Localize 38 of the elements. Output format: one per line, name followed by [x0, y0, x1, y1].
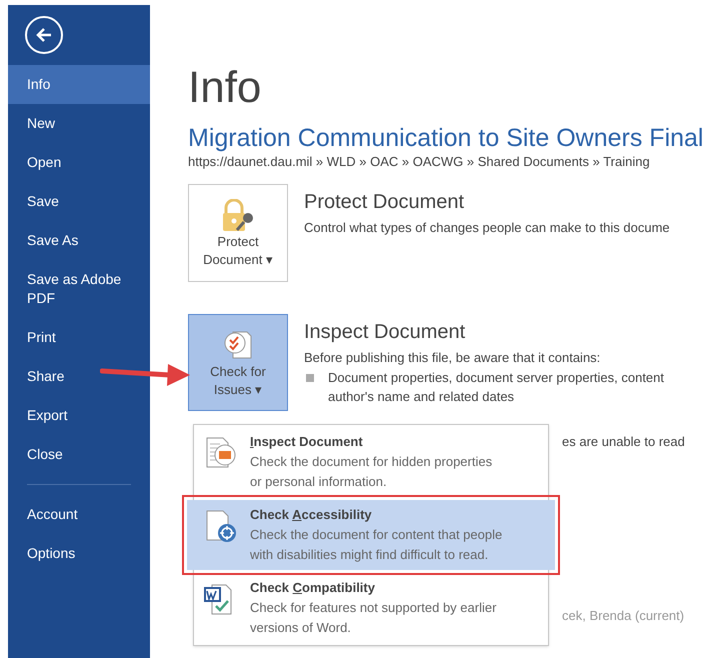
- section-description: Control what types of changes people can make to this docume: [304, 219, 670, 237]
- sidebar-item[interactable]: Account: [8, 495, 150, 534]
- document-title: Migration Communication to Site Owners Final: [188, 123, 704, 153]
- bullet-text: Document properties, document server properties, content author's name and related dates: [328, 369, 664, 406]
- sidebar-item[interactable]: Close: [8, 435, 150, 474]
- sidebar-item[interactable]: Options: [8, 534, 150, 573]
- sidebar-item[interactable]: Save: [8, 182, 150, 221]
- sidebar-item[interactable]: New: [8, 104, 150, 143]
- sidebar-item[interactable]: Save As: [8, 221, 150, 260]
- back-button[interactable]: [25, 16, 63, 54]
- sidebar-item[interactable]: Save as Adobe PDF: [8, 260, 150, 318]
- lock-key-icon: [220, 199, 256, 233]
- sidebar-item[interactable]: Export: [8, 396, 150, 435]
- menu-item-description: Check for features not supported by earlier versions of Word.: [250, 599, 496, 637]
- section-description: Before publishing this file, be aware that it contains:: [304, 349, 602, 367]
- partial-text: cek, Brenda (current): [562, 607, 685, 625]
- menu-item-title: Inspect Document: [250, 433, 364, 451]
- sidebar-item[interactable]: Share: [8, 357, 150, 396]
- section-heading: Inspect Document: [304, 320, 466, 344]
- menu-item-title: Check Accessibility: [250, 506, 373, 524]
- menu-item[interactable]: Check Compatibility Check for features not supported by earlier versions of Word.: [194, 573, 548, 643]
- section-heading: Protect Document: [304, 190, 466, 214]
- file-path: https://daunet.dau.mil » WLD » OAC » OACWG » Shared Documents » Training: [188, 153, 651, 171]
- sidebar-item[interactable]: Print: [8, 318, 150, 357]
- menu-item-description: Check the document for content that people with disabilities might find difficult to read.: [250, 526, 502, 564]
- partial-text: es are unable to read: [562, 433, 685, 451]
- sidebar-item[interactable]: Open: [8, 143, 150, 182]
- menu-item-description: Check the document for hidden properties or personal information.: [250, 453, 492, 491]
- menu-item[interactable]: Inspect Document Check the document for hidden properties or personal information.: [194, 427, 548, 497]
- menu-item-title: Check Compatibility: [250, 579, 376, 597]
- document-accessibility-icon: [204, 509, 238, 543]
- sidebar-item[interactable]: Info: [8, 65, 150, 104]
- menu-item[interactable]: Check Accessibility Check the document for content that people with disabilities might find difficult to read.: [187, 500, 555, 570]
- page-title: Info: [188, 63, 262, 113]
- bullet-icon: [306, 374, 314, 382]
- document-inspect-icon: [204, 436, 238, 470]
- protect-document-button[interactable]: Protect Document ▾: [188, 184, 288, 282]
- check-for-issues-button[interactable]: Check for Issues ▾: [188, 314, 288, 411]
